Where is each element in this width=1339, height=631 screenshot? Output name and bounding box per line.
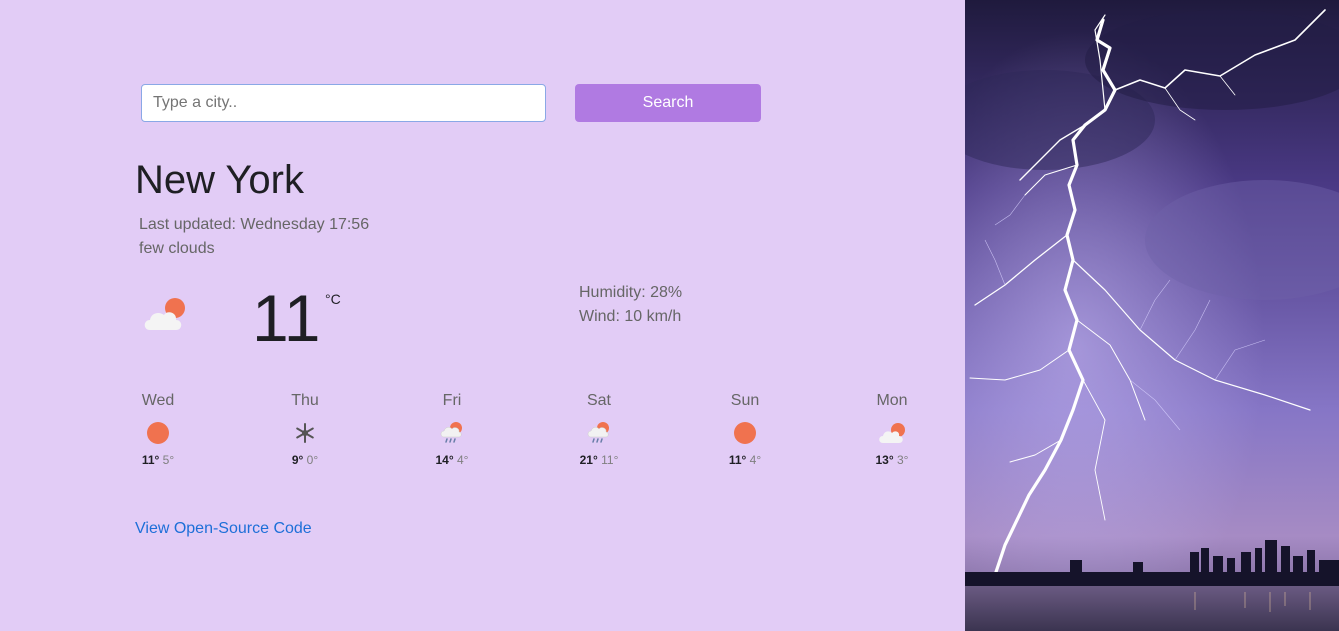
forecast-day-name: Thu [291,392,319,409]
weather-panel: Search New York Last updated: Wednesday … [0,0,965,631]
forecast-min: 0° [306,453,319,467]
forecast-max: 9° [291,453,304,467]
weather-description: few clouds [139,240,215,257]
forecast-day: Mon 13° 3° [864,391,920,467]
last-updated: Last updated: Wednesday 17:56 [139,216,370,233]
forecast-temps: 11° 5° [130,453,186,467]
open-source-code-link[interactable]: View Open-Source Code [135,520,312,538]
rain-icon [424,419,480,447]
clear-sun-icon [717,419,773,447]
forecast-day-name: Fri [442,392,462,409]
temperature-unit[interactable]: °C [325,291,341,307]
lightning-storm-image [965,0,1339,631]
search-button[interactable]: Search [575,84,761,122]
forecast-temps: 21° 11° [571,453,627,467]
forecast-max: 11° [728,453,747,467]
forecast-day-name: Sun [730,392,760,409]
forecast-day: Thu 9° 0° [277,391,333,467]
current-temperature: 11 [252,281,321,355]
forecast-day: Fri 14° 4° [424,391,480,467]
humidity: Humidity: 28% [579,284,683,301]
forecast-day: Sat 21° 11° [571,391,627,467]
clear-sun-icon [130,419,186,447]
forecast-min: 4° [457,453,469,467]
forecast-min: 3° [897,453,909,467]
wind: Wind: 10 km/h [579,308,682,325]
forecast-max: 13° [875,453,894,467]
few-clouds-icon [864,419,920,447]
forecast-day-name: Mon [876,392,908,409]
forecast-day: Sun 11° 4° [717,391,773,467]
forecast-min: 5° [162,453,175,467]
forecast-min: 11° [601,453,619,467]
forecast-temps: 13° 3° [864,453,920,467]
forecast-temps: 11° 4° [717,453,773,467]
few-clouds-icon [142,296,190,337]
forecast-day: Wed 11° 5° [130,391,186,467]
forecast-temps: 9° 0° [277,453,333,467]
forecast-temps: 14° 4° [424,453,480,467]
forecast-day-name: Wed [141,392,175,409]
city-search-input[interactable] [141,84,546,122]
city-name: New York [135,158,304,202]
forecast-max: 21° [579,453,598,467]
forecast-min: 4° [749,453,762,467]
forecast-row: Wed 11° 5° Thu 9° 0° Fri 14° 4° Sat 21° … [130,391,952,481]
forecast-max: 11° [141,453,160,467]
forecast-max: 14° [435,453,454,467]
forecast-day-name: Sat [586,392,611,409]
snow-icon [277,419,333,447]
rain-icon [571,419,627,447]
